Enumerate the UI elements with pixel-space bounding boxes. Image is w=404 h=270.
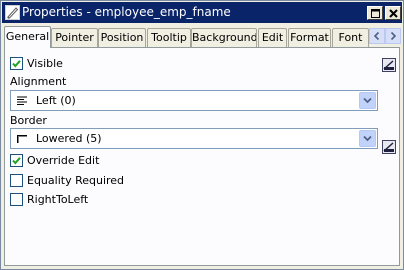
close-icon: [389, 9, 398, 18]
expression-icon[interactable]: [382, 140, 396, 154]
tab-format[interactable]: Format: [288, 28, 331, 47]
tab-scroll-left-button[interactable]: [369, 28, 385, 44]
border-dropdown-button[interactable]: [359, 130, 376, 147]
tab-background[interactable]: Background: [191, 28, 257, 47]
tab-scroll-buttons: [369, 28, 401, 44]
alignment-dropdown-button[interactable]: [359, 92, 376, 109]
tab-strip: General Pointer Position Tooltip Backgro…: [1, 26, 403, 48]
alignment-label: Alignment: [10, 75, 67, 88]
tab-position[interactable]: Position: [98, 28, 146, 47]
align-left-icon: [17, 96, 27, 105]
chevron-right-icon: [390, 31, 397, 41]
alignment-value: Left (0): [36, 94, 76, 107]
override-edit-checkbox[interactable]: [10, 154, 23, 167]
border-lowered-icon: [17, 135, 27, 143]
chevron-down-icon: [363, 135, 372, 142]
right-to-left-label[interactable]: RightToLeft: [27, 193, 88, 206]
tab-pointer[interactable]: Pointer: [51, 28, 98, 47]
border-value: Lowered (5): [36, 132, 102, 145]
tab-scroll-right-button[interactable]: [385, 28, 401, 44]
properties-window: Properties - employee_emp_fname General …: [0, 0, 404, 270]
general-tab-panel: Visible Alignment Left (0) Border Lowere…: [4, 47, 400, 266]
equality-required-checkbox[interactable]: [10, 174, 23, 187]
properties-app-icon: [5, 5, 20, 20]
close-button[interactable]: [385, 6, 401, 20]
visible-label[interactable]: Visible: [27, 57, 63, 70]
checkmark-icon: [12, 157, 21, 165]
equality-required-label[interactable]: Equality Required: [27, 174, 124, 187]
title-bar[interactable]: Properties - employee_emp_fname: [2, 2, 402, 23]
visible-checkbox[interactable]: [10, 57, 23, 70]
restore-icon: [371, 9, 380, 18]
chevron-down-icon: [363, 97, 372, 104]
tab-font[interactable]: Font: [332, 28, 369, 47]
border-select[interactable]: Lowered (5): [10, 128, 378, 149]
restore-button[interactable]: [367, 6, 383, 20]
tab-general[interactable]: General: [4, 26, 51, 48]
tab-edit[interactable]: Edit: [258, 28, 287, 47]
chevron-left-icon: [373, 31, 380, 41]
right-to-left-checkbox[interactable]: [10, 193, 23, 206]
alignment-select[interactable]: Left (0): [10, 90, 378, 111]
window-title: Properties - employee_emp_fname: [22, 5, 231, 19]
override-edit-label[interactable]: Override Edit: [27, 154, 99, 167]
tab-tooltip[interactable]: Tooltip: [147, 28, 191, 47]
border-label: Border: [10, 114, 47, 127]
expression-icon[interactable]: [382, 58, 396, 72]
checkmark-icon: [12, 60, 21, 68]
